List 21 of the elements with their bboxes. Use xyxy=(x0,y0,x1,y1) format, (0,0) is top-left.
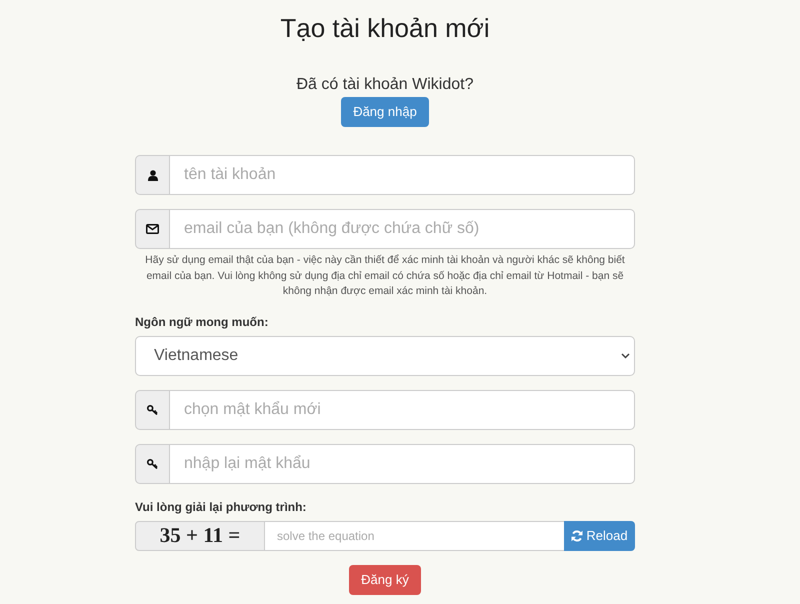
key-icon xyxy=(147,458,158,468)
password-field[interactable]: chọn mật khẩu mới xyxy=(170,390,635,430)
language-select[interactable]: Vietnamese xyxy=(135,336,635,376)
reload-button[interactable]: Reload xyxy=(564,520,635,550)
captcha-answer-field[interactable]: solve the equation xyxy=(265,520,564,550)
field-label: Ngôn ngữ mong muốn: xyxy=(135,314,270,330)
envelope-icon xyxy=(146,224,159,234)
page-title: Tạo tài khoản mới xyxy=(280,13,490,44)
password-field[interactable]: nhập lại mật khẩu xyxy=(170,444,635,484)
chevron-down-icon xyxy=(621,352,630,358)
user-icon xyxy=(148,170,158,180)
username-field[interactable]: tên tài khoản xyxy=(170,155,635,195)
captcha-label: Vui lòng giải lại phương trình: xyxy=(135,498,308,514)
login-prompt: Đã có tài khoản Wikidot? xyxy=(296,75,474,95)
refresh-icon xyxy=(571,530,584,542)
register-button[interactable]: Đăng ký xyxy=(349,564,421,594)
email-field[interactable]: email của bạn (không được chứa chữ số) xyxy=(170,209,635,249)
captcha-equation: 35 + 11 = xyxy=(135,520,265,550)
key-icon xyxy=(147,404,158,414)
help-text: Hãy sử dụng email thật của bạn - việc này cần thiết để xác minh tài khoản và người khác sẽ không biết email của bạn. Vui lòng không sử dụng địa chỉ email có chứa số hoặc địa chỉ email từ Hotmail - bạn sẽ không nhận được email xác minh tài khoản. xyxy=(144,253,626,299)
login-button[interactable]: Đăng nhập xyxy=(341,97,429,127)
